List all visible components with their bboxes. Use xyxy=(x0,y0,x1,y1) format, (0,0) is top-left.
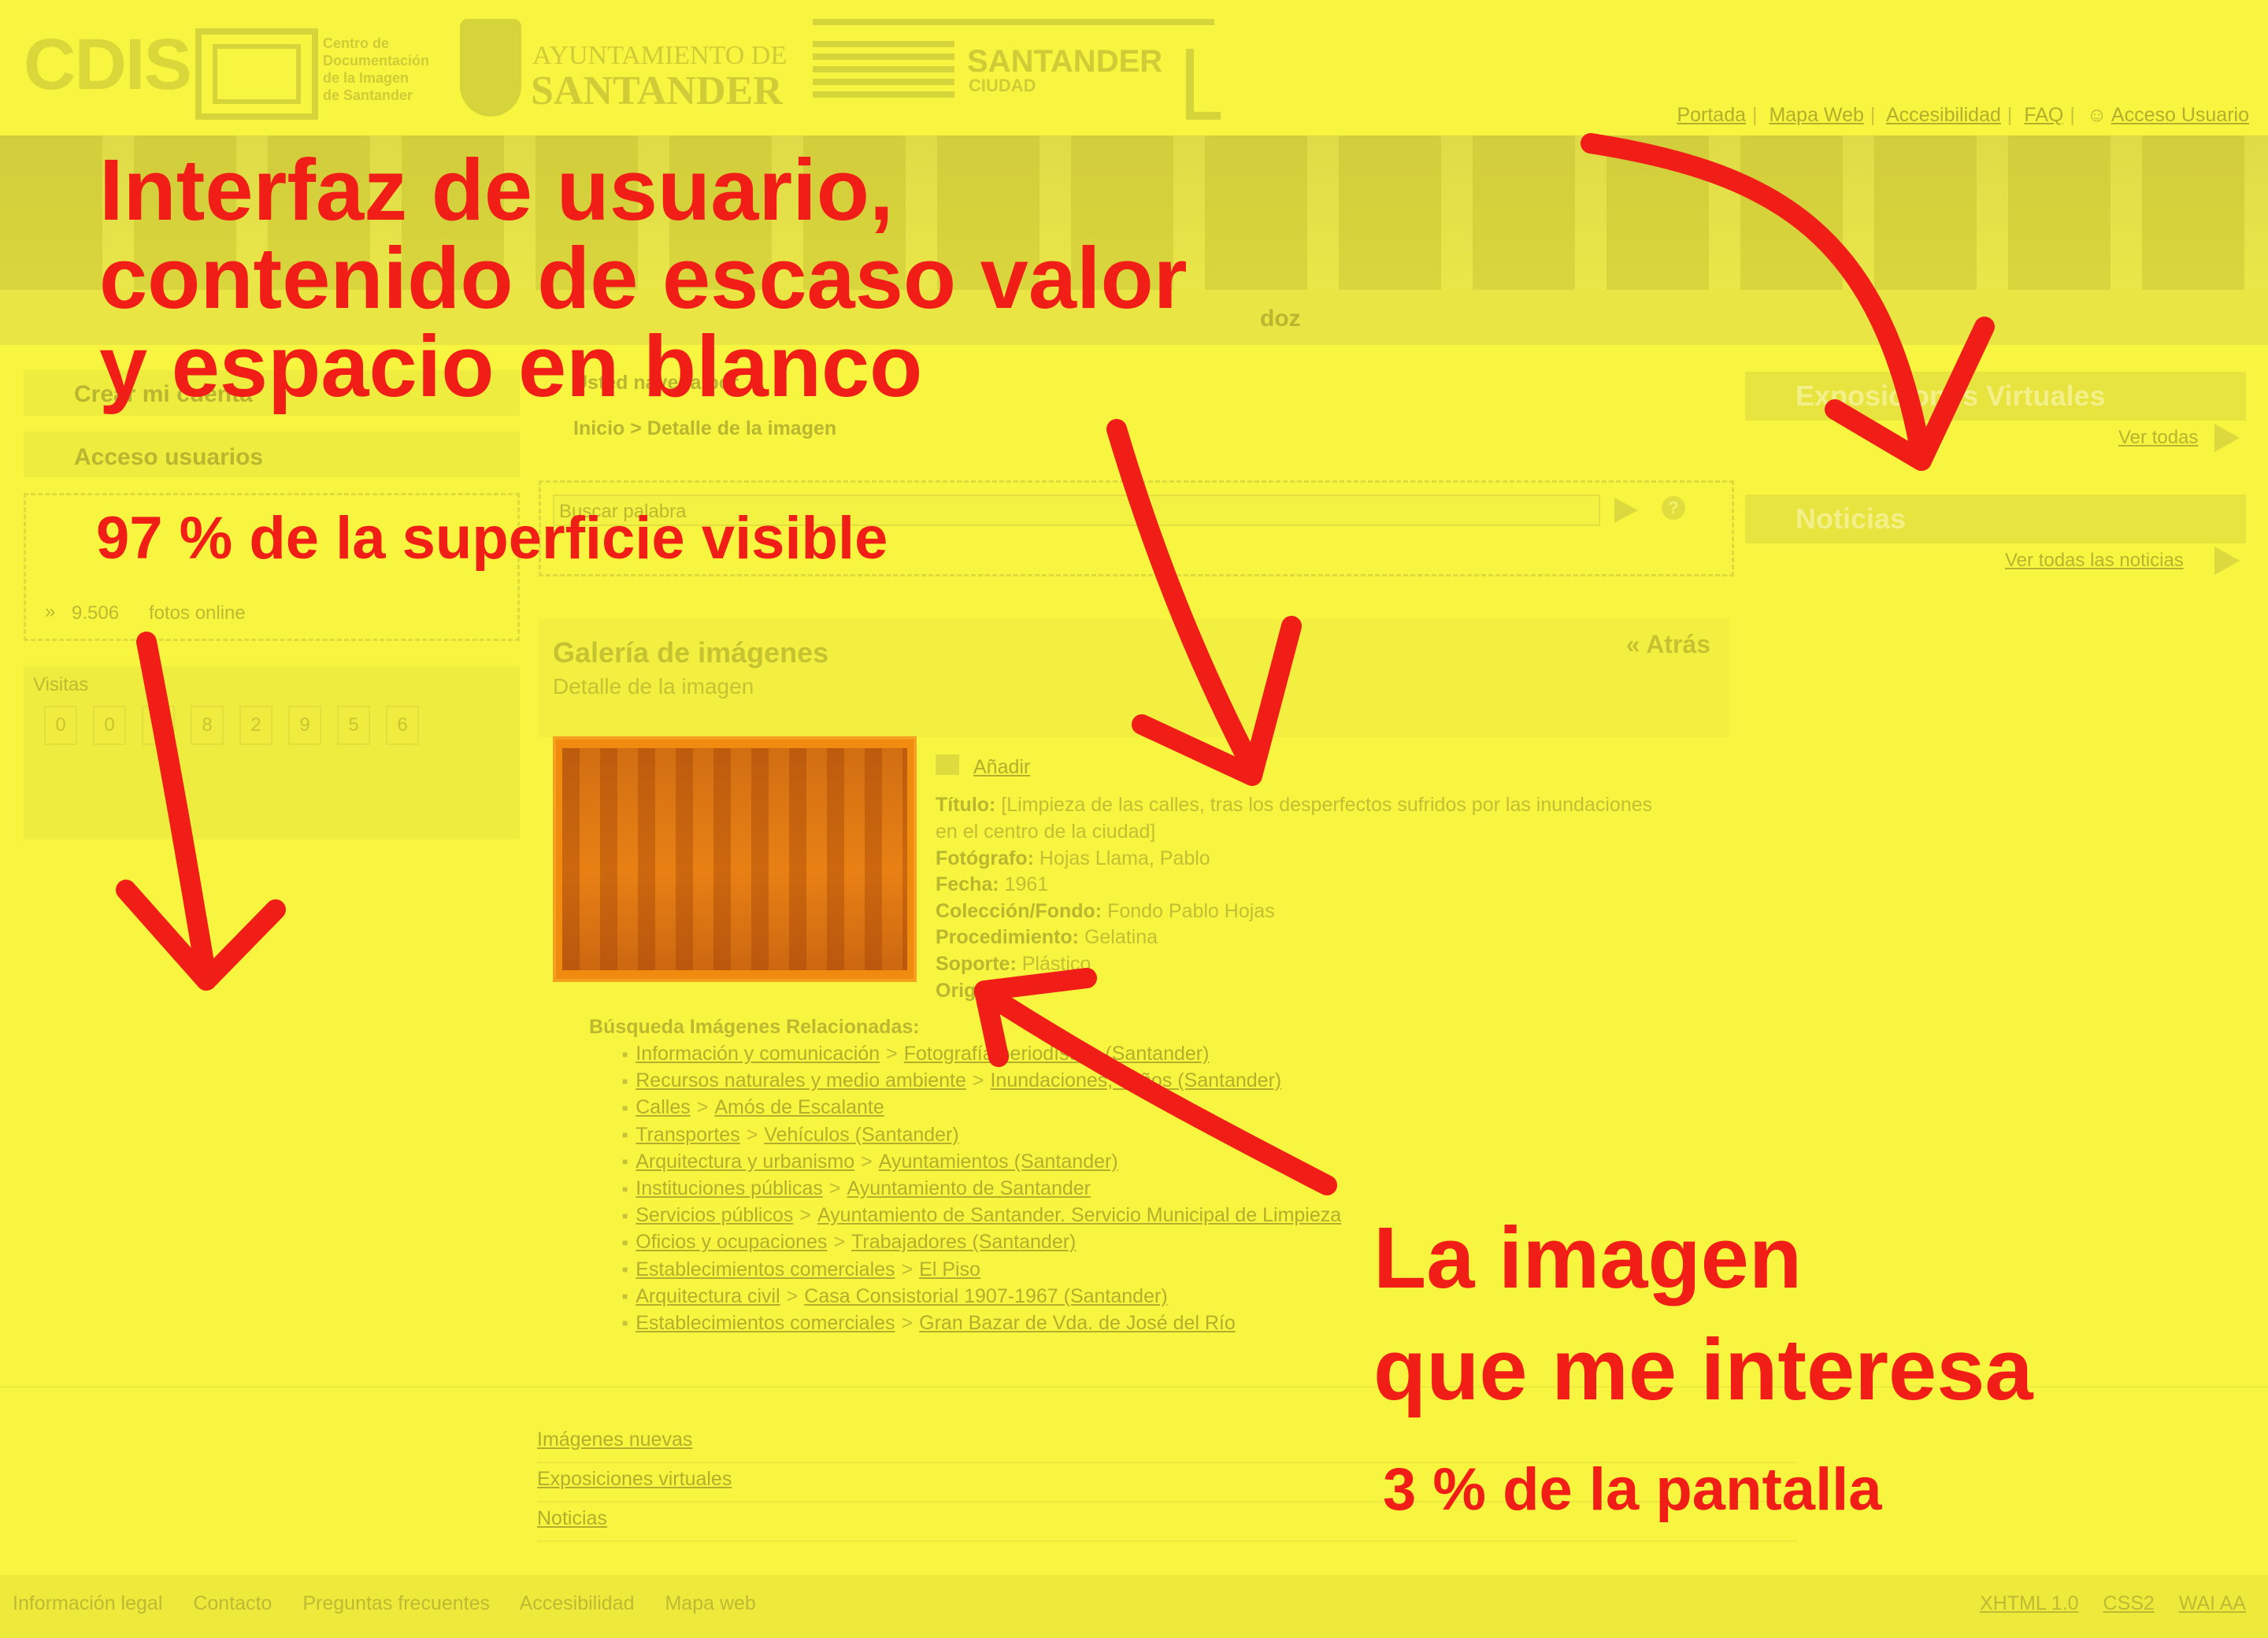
annotation-main-percent: 97 % de la superficie visible xyxy=(96,505,888,572)
arrow-to-right-column xyxy=(1581,133,1932,467)
annotation-main: Interfaz de usuario, contenido de escaso… xyxy=(99,146,1188,411)
annotation-line: La imagen xyxy=(1373,1210,1803,1306)
annotation-line: y espacio en blanco xyxy=(99,318,923,415)
annotation-image-percent: 3 % de la pantalla xyxy=(1383,1456,1882,1523)
annotation-image: La imagen que me interesa xyxy=(1373,1214,2033,1414)
annotation-line: Interfaz de usuario, xyxy=(99,142,894,239)
annotation-line: contenido de escaso valor xyxy=(99,230,1188,327)
annotation-line: que me interesa xyxy=(1373,1321,2033,1418)
arrow-to-photo xyxy=(974,982,1337,1195)
